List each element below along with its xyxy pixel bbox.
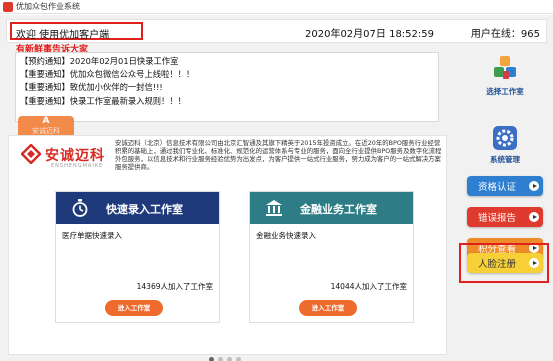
qualification-button[interactable]: 资格认证 — [467, 176, 543, 196]
welcome-highlight: 欢迎 使用优加客户端 — [10, 22, 143, 41]
company-panel: 安诚迈科 ENSHENGMAIKE 安诚迈科（北京）信息技术有限公司由北京汇智通… — [8, 135, 447, 361]
gear-icon — [493, 126, 517, 150]
side-tools: 选择工作室 系统管理 — [470, 51, 540, 169]
enter-studio-button[interactable]: 进入工作室 — [299, 300, 357, 316]
blocks-icon — [494, 56, 516, 79]
enter-studio-button[interactable]: 进入工作室 — [105, 300, 163, 316]
carousel-dot[interactable] — [209, 357, 214, 361]
welcome-text: 欢迎 使用优加客户端 — [16, 30, 110, 41]
header-bar: 欢迎 使用优加客户端 2020年02月07日 18:52:59 用户在线：965 — [6, 19, 547, 43]
company-logo-mark — [21, 144, 41, 164]
play-arrow-icon — [529, 212, 539, 222]
notice-item[interactable]: 【重要通知】快录工作室最新录入规则！！！ — [20, 95, 434, 108]
notice-item[interactable]: 【预约通知】2020年02月01日快录工作室 — [20, 55, 434, 68]
stopwatch-icon — [72, 199, 88, 217]
studio-card-quick-entry[interactable]: 快速录入工作室 医疗单据快速录入 14369人加入了工作室 进入工作室 — [55, 191, 220, 323]
error-report-button[interactable]: 错误报告 — [467, 207, 543, 227]
studio-member-count: 14369人加入了工作室 — [136, 282, 213, 291]
play-arrow-icon — [529, 258, 539, 268]
face-register-label: 人脸注册 — [477, 259, 516, 270]
face-register-button[interactable]: 人脸注册 — [467, 253, 543, 273]
studio-title: 金融业务工作室 — [300, 203, 377, 216]
studio-title: 快速录入工作室 — [106, 203, 183, 216]
window-title: 优加众包作业系统 — [16, 2, 80, 11]
main-frame: 欢迎 使用优加客户端 2020年02月07日 18:52:59 用户在线：965… — [0, 15, 553, 361]
play-arrow-icon — [529, 181, 539, 191]
notice-item[interactable]: 【重要通知】致优加小伙伴的一封信!!! — [20, 81, 434, 94]
system-admin-label: 系统管理 — [490, 155, 520, 164]
carousel-dot[interactable] — [218, 357, 223, 361]
notice-board[interactable]: 【预约通知】2020年02月01日快录工作室 【重要通知】优加众包微信公众号上线… — [15, 52, 439, 122]
current-datetime: 2020年02月07日 18:52:59 — [305, 29, 434, 40]
app-icon — [3, 2, 13, 12]
studio-card-finance[interactable]: 金融业务工作室 金融业务快速录入 14044人加入了工作室 进入工作室 — [249, 191, 414, 323]
notice-item[interactable]: 【重要通知】优加众包微信公众号上线啦！！！ — [20, 68, 434, 81]
select-studio-label: 选择工作室 — [486, 87, 524, 96]
online-count: 用户在线：965 — [470, 29, 540, 40]
window-titlebar: 优加众包作业系统 — [0, 0, 553, 14]
carousel-dot[interactable] — [227, 357, 232, 361]
company-logo-text: 安诚迈科 — [45, 148, 105, 164]
studio-subtitle: 医疗单据快速录入 — [62, 231, 122, 240]
studio-card-header: 金融业务工作室 — [250, 192, 413, 224]
select-studio-button[interactable]: 选择工作室 — [470, 51, 540, 107]
system-admin-button[interactable]: 系统管理 — [470, 111, 540, 169]
studio-card-header: 快速录入工作室 — [56, 192, 219, 224]
tab-letter: A — [42, 116, 50, 126]
company-intro: 安诚迈科（北京）信息技术有限公司由北京汇智通及其旗下精英于2015年投资成立。在… — [115, 139, 442, 171]
studio-member-count: 14044人加入了工作室 — [330, 282, 407, 291]
bank-icon — [266, 200, 282, 216]
error-report-label: 错误报告 — [477, 213, 516, 224]
company-logo-subtext: ENSHENGMAIKE — [51, 163, 104, 169]
qualification-label: 资格认证 — [477, 182, 516, 193]
studio-subtitle: 金融业务快速录入 — [256, 231, 316, 240]
carousel-dot[interactable] — [236, 357, 241, 361]
